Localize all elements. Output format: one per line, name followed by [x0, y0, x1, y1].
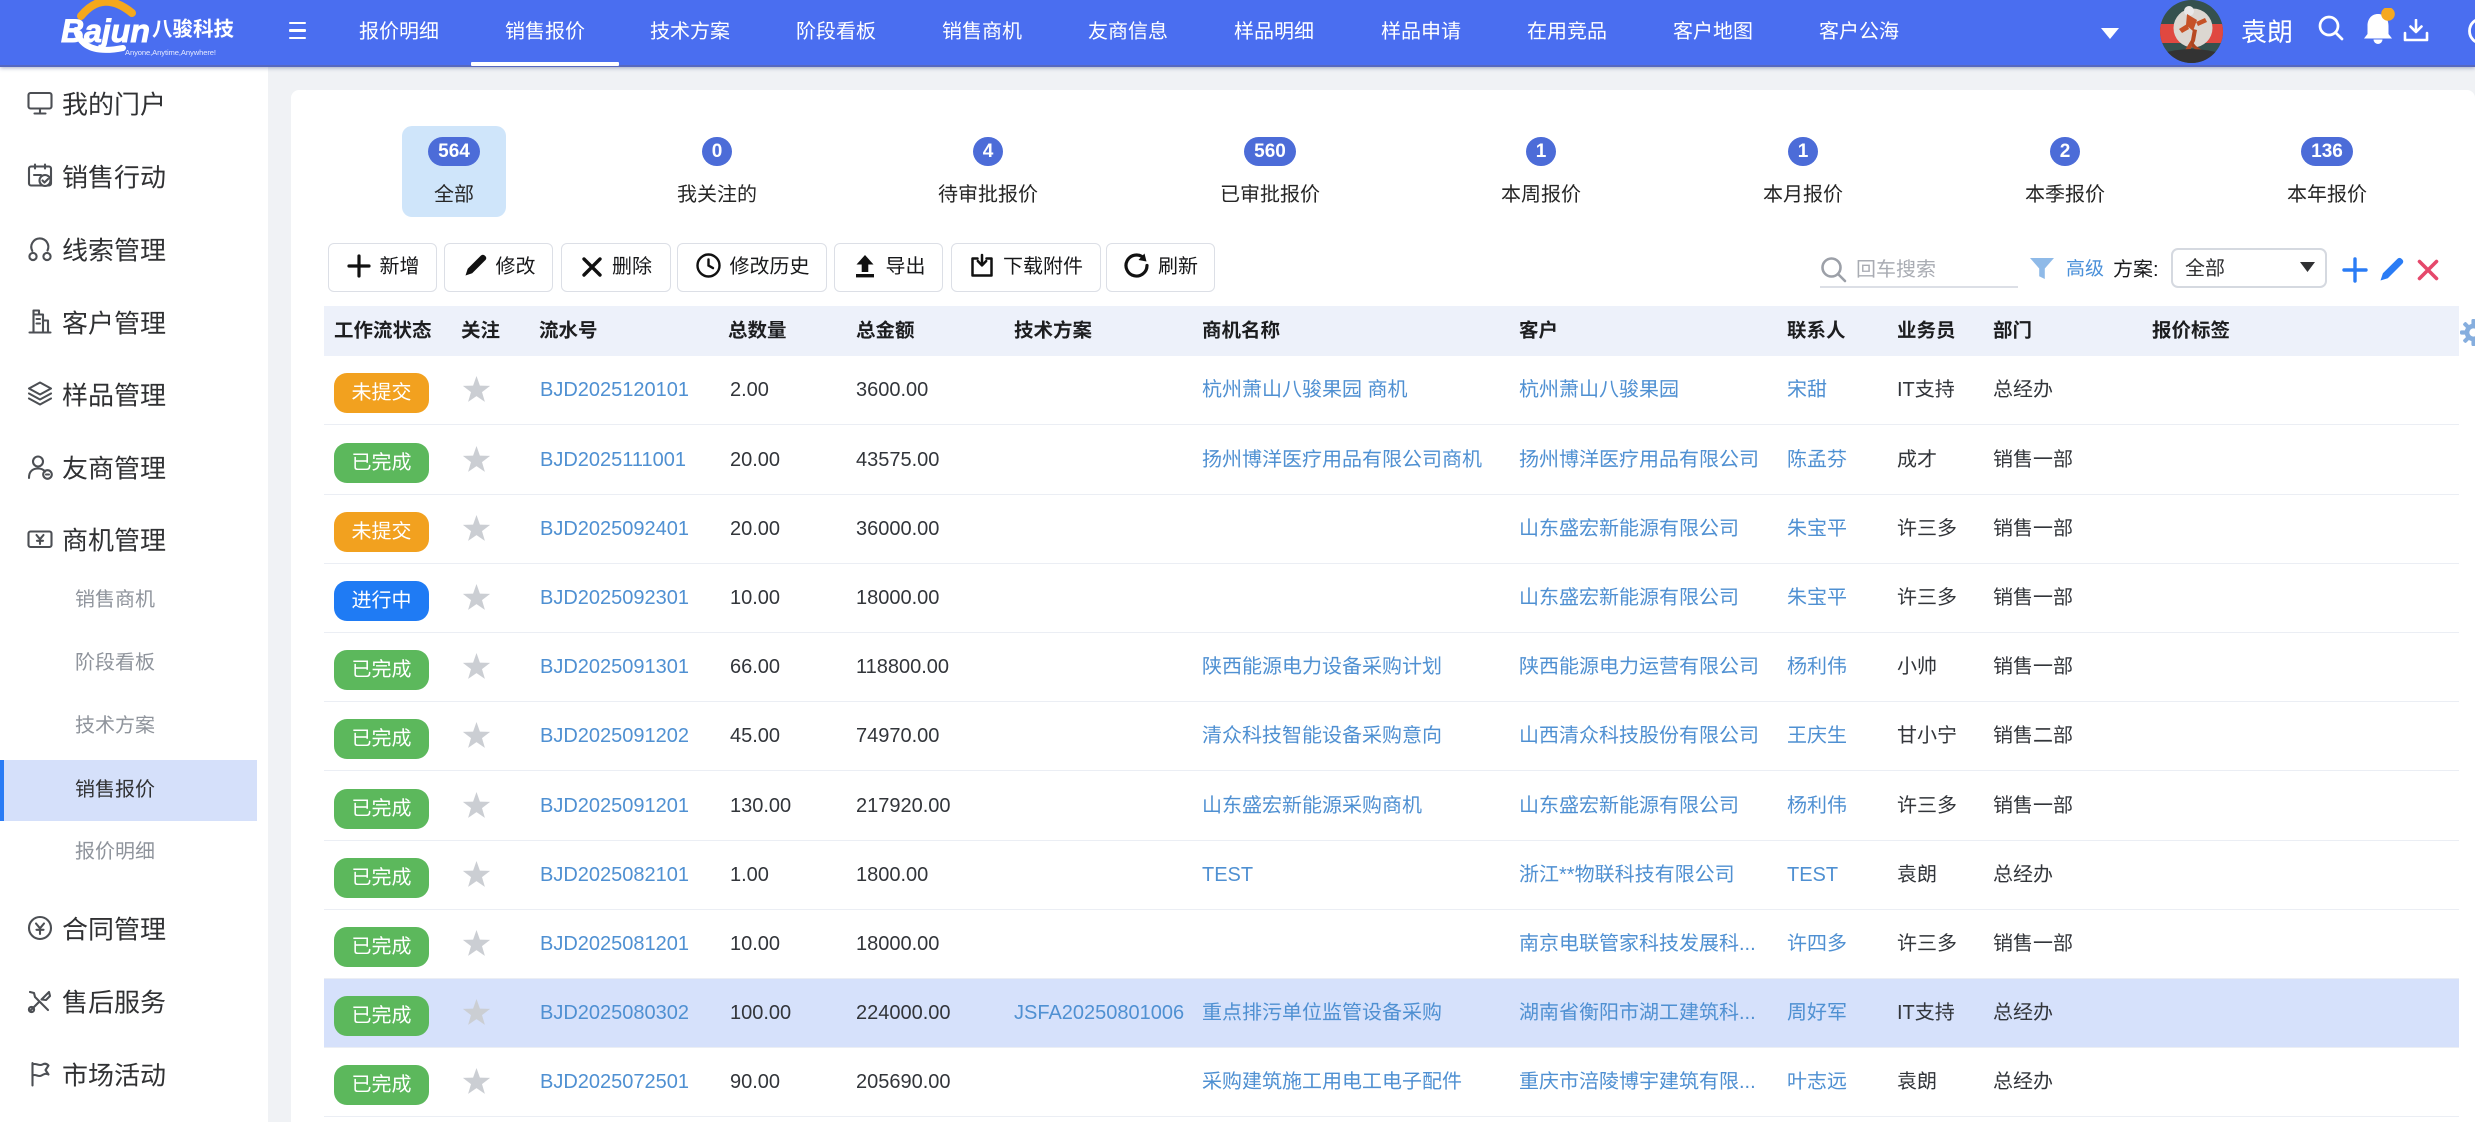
svg-text:八骏科技: 八骏科技 — [152, 18, 234, 41]
svg-text:Bajun: Bajun — [61, 13, 150, 49]
svg-text:Anyone,Anytime,Anywhere!: Anyone,Anytime,Anywhere! — [125, 48, 216, 57]
